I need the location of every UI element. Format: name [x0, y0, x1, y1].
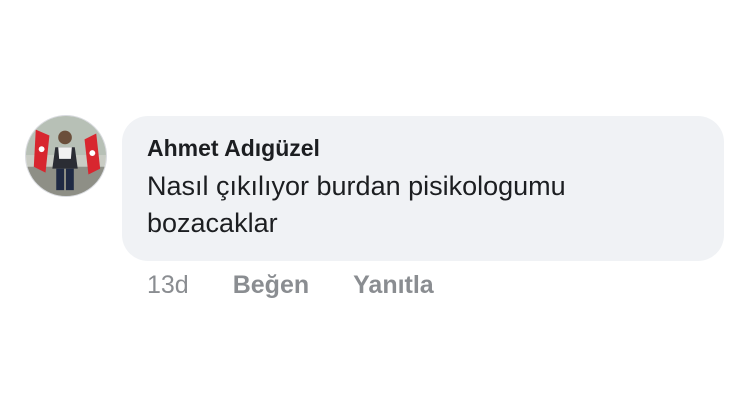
comment-text: Nasıl çıkılıyor burdan pisikologumu boza…: [147, 168, 700, 242]
comment-author[interactable]: Ahmet Adıgüzel: [147, 134, 700, 162]
reply-link[interactable]: Yanıtla: [353, 271, 434, 300]
comment-text-line: Nasıl çıkılıyor burdan pisikologumu: [147, 171, 566, 201]
user-avatar-photo-icon: [26, 116, 106, 196]
comment-text-line: bozacaklar: [147, 208, 278, 238]
comment-timestamp[interactable]: 13d: [147, 271, 189, 300]
comment-bubble: Ahmet Adıgüzel Nasıl çıkılıyor burdan pi…: [122, 116, 724, 261]
like-link[interactable]: Beğen: [233, 271, 309, 300]
comment-actions: 13d Beğen Yanıtla: [147, 270, 434, 300]
avatar[interactable]: [25, 115, 107, 197]
